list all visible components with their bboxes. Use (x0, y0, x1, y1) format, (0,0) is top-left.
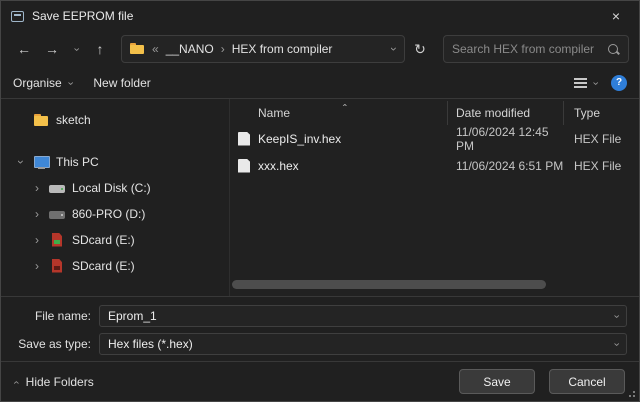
tree-item-icon (33, 113, 50, 128)
tree-expand-chevron-icon[interactable] (31, 233, 43, 247)
sidebar-tree-item[interactable]: This PC (5, 149, 225, 175)
column-header-name[interactable]: Name ˆ (230, 101, 448, 125)
tree-item-label: This PC (56, 155, 99, 169)
tree-item-label: SDcard (E:) (72, 259, 135, 273)
forward-button[interactable]: → (39, 36, 65, 62)
navigation-toolbar: ← → ↑ « __NANO › HEX from compiler ↻ (1, 31, 639, 67)
up-button[interactable]: ↑ (87, 36, 113, 62)
file-name-value: Eprom_1 (108, 309, 157, 323)
chevron-up-icon (15, 376, 19, 388)
command-bar: Organise New folder ? (1, 67, 639, 99)
file-icon (238, 132, 250, 146)
file-date-modified: 11/06/2024 6:51 PM (448, 159, 564, 173)
window-title: Save EEPROM file (32, 9, 133, 23)
file-list-pane: Name ˆ Date modified Type KeepIS_inv.hex… (229, 99, 639, 296)
file-row[interactable]: xxx.hex 11/06/2024 6:51 PM HEX File (230, 152, 639, 179)
save-button[interactable]: Save (459, 369, 535, 394)
file-row[interactable]: KeepIS_inv.hex 11/06/2024 12:45 PM HEX F… (230, 125, 639, 152)
file-type: HEX File (564, 132, 639, 146)
file-icon (238, 159, 250, 173)
file-name-combobox[interactable]: Eprom_1 (99, 305, 627, 327)
new-folder-label: New folder (93, 76, 150, 90)
dialog-footer: Hide Folders Save Cancel (1, 361, 639, 401)
chevron-down-icon[interactable] (614, 338, 618, 350)
tree-item-icon (49, 181, 66, 196)
horizontal-scrollbar[interactable] (232, 280, 629, 289)
filename-section: File name: Eprom_1 Save as type: Hex fil… (1, 296, 639, 361)
file-name-label: File name: (13, 309, 99, 323)
column-header-date-modified[interactable]: Date modified (448, 101, 564, 125)
sort-ascending-icon: ˆ (343, 102, 347, 116)
details-view-icon (574, 78, 587, 88)
folder-tree-sidebar: sketch This PC Local Disk (C:) (1, 99, 229, 296)
tree-item-label: sketch (56, 113, 91, 127)
help-button[interactable]: ? (611, 75, 627, 91)
chevron-down-icon (593, 77, 597, 89)
new-folder-button[interactable]: New folder (93, 76, 150, 90)
tree-item-icon (49, 259, 66, 274)
tree-expand-chevron-icon[interactable] (31, 259, 43, 273)
sidebar-tree-item[interactable]: SDcard (E:) (5, 227, 225, 253)
chevron-down-icon (74, 43, 78, 55)
address-bar[interactable]: « __NANO › HEX from compiler (121, 35, 405, 63)
file-date-modified: 11/06/2024 12:45 PM (448, 125, 564, 153)
search-icon (607, 43, 620, 56)
save-as-type-label: Save as type: (13, 337, 99, 351)
column-header-name-label: Name (258, 106, 290, 120)
resize-grip[interactable] (626, 388, 635, 397)
organise-button[interactable]: Organise (13, 76, 71, 90)
tree-expand-chevron-icon[interactable] (31, 207, 43, 221)
save-as-type-combobox[interactable]: Hex files (*.hex) (99, 333, 627, 355)
search-box[interactable] (443, 35, 629, 63)
command-bar-right: ? (574, 75, 627, 91)
file-name: KeepIS_inv.hex (258, 132, 341, 146)
refresh-button[interactable]: ↻ (407, 36, 433, 62)
file-type: HEX File (564, 159, 639, 173)
file-name: xxx.hex (258, 159, 299, 173)
organise-label: Organise (13, 76, 62, 90)
hide-folders-button[interactable]: Hide Folders (15, 375, 94, 389)
tree-expand-chevron-icon[interactable] (15, 155, 27, 169)
hide-folders-label: Hide Folders (26, 375, 94, 389)
sidebar-tree-item[interactable]: sketch (5, 107, 225, 133)
address-dropdown-chevron-icon[interactable] (392, 42, 396, 56)
main-area: sketch This PC Local Disk (C:) (1, 99, 639, 296)
view-options-button[interactable] (574, 77, 597, 89)
close-button[interactable]: × (593, 1, 639, 31)
tree-item-label: Local Disk (C:) (72, 181, 151, 195)
tree-item-icon (49, 233, 66, 248)
breadcrumb-segment[interactable]: HEX from compiler (232, 42, 333, 56)
sidebar-tree-item[interactable]: Local Disk (C:) (5, 175, 225, 201)
scrollbar-thumb[interactable] (232, 280, 546, 289)
search-input[interactable] (452, 42, 607, 56)
tree-expand-chevron-icon[interactable] (31, 181, 43, 195)
tree-item-label: 860-PRO (D:) (72, 207, 145, 221)
breadcrumb-folder-icon (130, 43, 145, 55)
column-header-date-label: Date modified (456, 106, 530, 120)
breadcrumb-separator-icon: › (221, 42, 225, 56)
back-button[interactable]: ← (11, 36, 37, 62)
app-icon (11, 11, 24, 22)
footer-buttons: Save Cancel (459, 369, 625, 394)
tree-item-icon (33, 155, 50, 170)
sidebar-tree-item[interactable]: SDcard (E:) (5, 253, 225, 279)
save-as-type-value: Hex files (*.hex) (108, 337, 193, 351)
sidebar-tree-item[interactable]: 860-PRO (D:) (5, 201, 225, 227)
tree-item-icon (49, 207, 66, 222)
history-dropdown-button[interactable] (67, 36, 85, 62)
column-header-type[interactable]: Type (564, 101, 639, 125)
chevron-down-icon (68, 77, 72, 89)
breadcrumb-overflow-chevron[interactable]: « (152, 42, 159, 56)
titlebar: Save EEPROM file × (1, 1, 639, 31)
file-list-header: Name ˆ Date modified Type (230, 101, 639, 125)
chevron-down-icon[interactable] (614, 310, 618, 322)
tree-item-label: SDcard (E:) (72, 233, 135, 247)
save-dialog-window: Save EEPROM file × ← → ↑ « __NANO › HEX … (0, 0, 640, 402)
cancel-button[interactable]: Cancel (549, 369, 625, 394)
column-header-type-label: Type (574, 106, 600, 120)
breadcrumb-segment[interactable]: __NANO (166, 42, 214, 56)
